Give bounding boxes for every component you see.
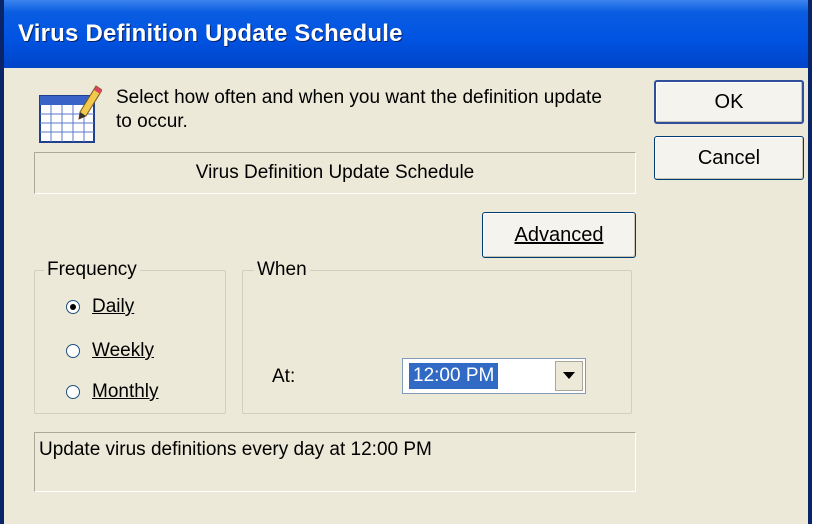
window-title: Virus Definition Update Schedule (18, 20, 403, 47)
summary-box: Update virus definitions every day at 12… (34, 432, 636, 492)
time-dropdown-button[interactable] (555, 361, 583, 391)
radio-monthly-indicator (66, 385, 80, 399)
schedule-banner-text: Virus Definition Update Schedule (195, 162, 475, 183)
cancel-button-label: Cancel (697, 146, 761, 169)
time-dropdown[interactable]: 12:00 PM (402, 358, 586, 394)
summary-text: Update virus definitions every day at 12… (39, 439, 432, 460)
title-bar[interactable]: Virus Definition Update Schedule (4, 0, 808, 68)
radio-daily[interactable]: Daily (66, 296, 134, 318)
radio-monthly-label: Monthly (92, 381, 159, 402)
ok-button[interactable]: OK (654, 80, 804, 124)
advanced-button-label: Advanced (514, 223, 604, 246)
radio-weekly-indicator (66, 344, 80, 358)
calendar-pencil-icon (39, 85, 102, 143)
radio-weekly[interactable]: Weekly (66, 340, 154, 362)
radio-monthly[interactable]: Monthly (66, 381, 159, 403)
header-description: Select how often and when you want the d… (116, 87, 602, 132)
frequency-legend: Frequency (44, 259, 140, 281)
chevron-down-icon (563, 372, 575, 379)
schedule-banner: Virus Definition Update Schedule (34, 152, 636, 194)
radio-daily-label: Daily (92, 296, 135, 317)
cancel-button[interactable]: Cancel (654, 136, 804, 180)
when-legend: When (254, 259, 310, 281)
radio-weekly-label: Weekly (92, 340, 154, 361)
ok-button-label: OK (714, 90, 744, 113)
radio-daily-indicator (66, 300, 80, 314)
time-dropdown-value: 12:00 PM (407, 362, 500, 390)
advanced-button[interactable]: Advanced (482, 212, 636, 258)
dialog-window: Virus Definition Update Schedule Select … (0, 0, 812, 524)
time-label: At: (272, 366, 296, 387)
